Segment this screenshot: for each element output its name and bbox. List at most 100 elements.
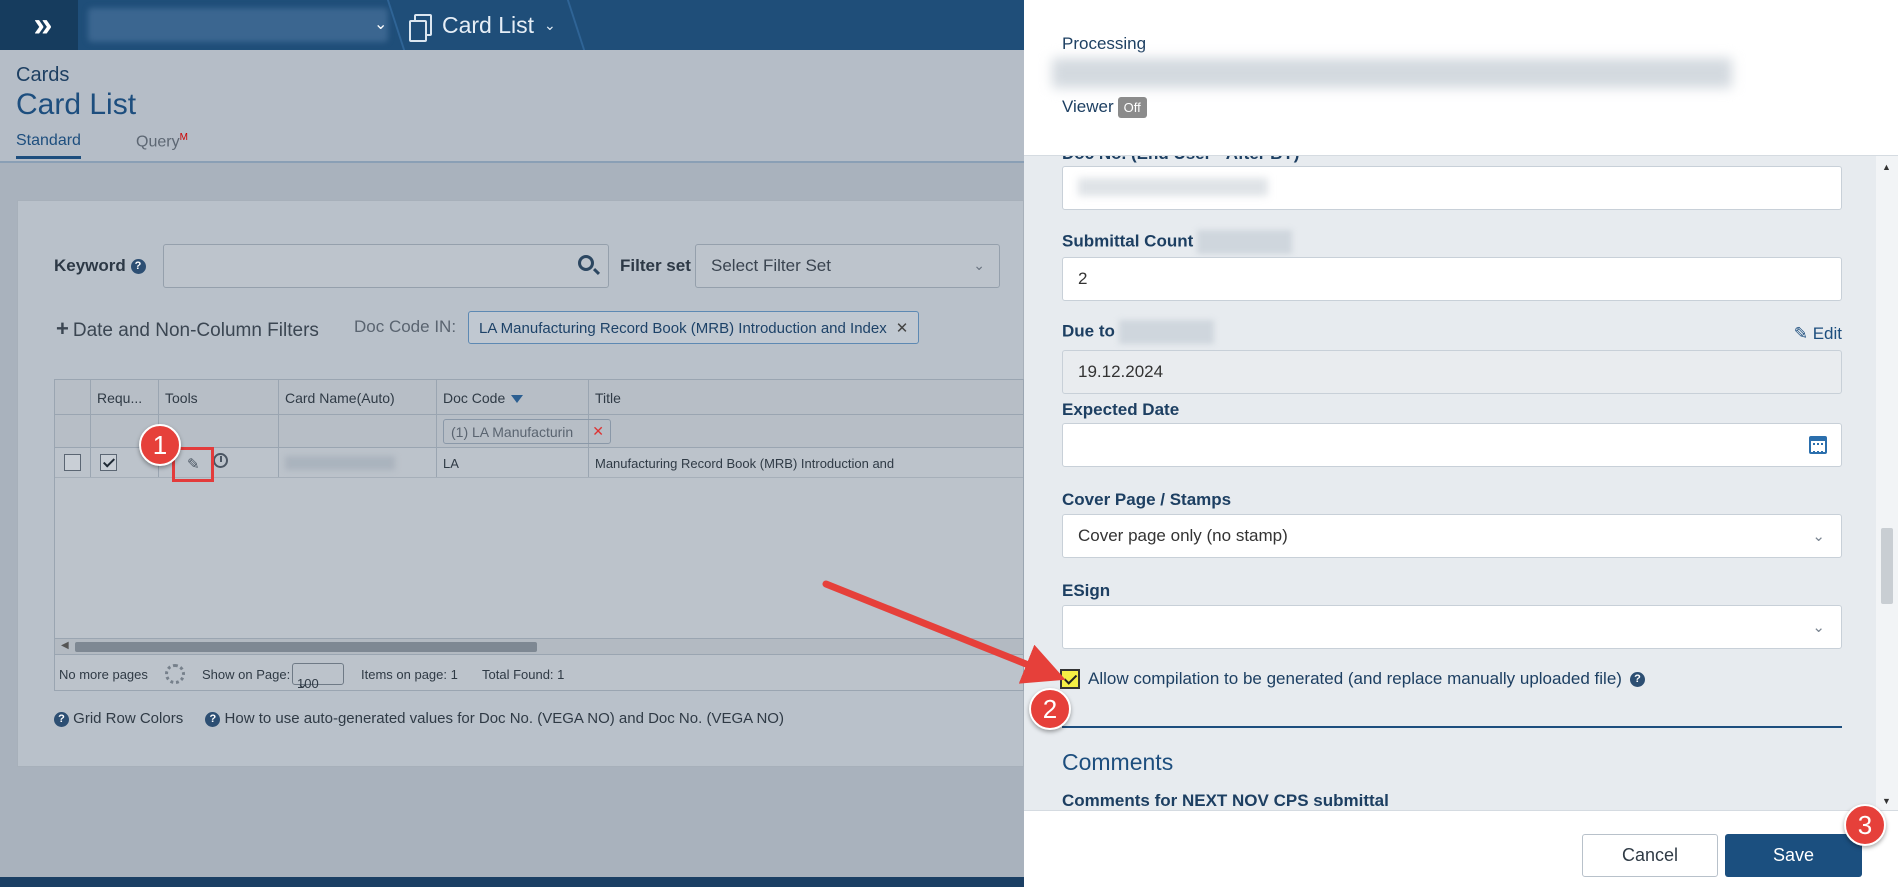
comments-field-label: Comments for NEXT NOV CPS submittal — [1062, 791, 1389, 810]
submittal-count-label: Submittal Count — [1062, 230, 1293, 254]
page-size-select[interactable]: 100 ⌄ — [292, 663, 344, 691]
submittal-count-input[interactable]: 2 — [1062, 257, 1842, 301]
redacted-card-name — [285, 456, 395, 470]
esign-select[interactable]: ⌄ — [1062, 605, 1842, 649]
select-all-column[interactable] — [55, 380, 91, 414]
submittal-count-label-text: Submittal Count — [1062, 231, 1194, 251]
annotation-badge-3: 3 — [1844, 804, 1886, 846]
filter-set-placeholder: Select Filter Set — [711, 256, 831, 275]
allow-compilation-label[interactable]: Allow compilation to be generated (and r… — [1088, 669, 1622, 689]
row-checkbox[interactable] — [64, 454, 81, 471]
viewer-off-badge[interactable]: Off — [1117, 97, 1147, 119]
doc-code-in-label: Doc Code IN: — [354, 317, 457, 336]
horizontal-scrollbar[interactable]: ◀ — [55, 638, 1023, 654]
remove-icon[interactable]: ✕ — [592, 423, 604, 440]
close-icon[interactable]: ✕ — [896, 320, 909, 337]
top-navigation-bar: » ⌄ Card List ⌄ — [0, 0, 1024, 50]
chevron-down-icon: ⌄ — [544, 16, 556, 33]
doc-code-column-filter-chip[interactable]: (1) LA Manufacturin ✕ — [443, 419, 611, 444]
scrollbar-thumb[interactable] — [75, 642, 537, 652]
column-filter-label: (1) LA Manufacturin — [451, 424, 574, 440]
doc-no-input[interactable] — [1062, 166, 1842, 210]
loading-gear-icon — [165, 664, 185, 684]
date-filters-label: Date and Non-Column Filters — [72, 320, 319, 341]
grid-pager: No more pages Show on Page: 100 ⌄ Items … — [55, 654, 1023, 691]
page-header: Cards Card List Standard QueryM — [0, 50, 1024, 163]
column-header-required[interactable]: Requ... — [91, 380, 159, 414]
plus-icon: + — [56, 316, 69, 341]
grid-row-colors-text: Grid Row Colors — [73, 710, 184, 727]
breadcrumb-separator — [566, 0, 586, 50]
column-header-title[interactable]: Title — [589, 380, 1025, 414]
pencil-icon: ✎ — [1793, 324, 1808, 343]
row-select-cell — [55, 448, 91, 477]
viewer-toggle[interactable]: Viewer Off — [1062, 97, 1147, 119]
help-icon[interactable]: ? — [130, 259, 146, 275]
filter-cell — [589, 415, 1025, 447]
row-title-cell: Manufacturing Record Book (MRB) Introduc… — [595, 456, 895, 471]
history-clock-icon[interactable] — [213, 453, 228, 468]
processing-label: Processing — [1062, 34, 1147, 53]
due-to-input: 19.12.2024 — [1062, 350, 1842, 394]
grid-filter-row: (1) LA Manufacturin ✕ — [55, 415, 1023, 448]
grid-row-colors-link[interactable]: ? Grid Row Colors — [54, 710, 183, 727]
breadcrumb-card-list[interactable]: Card List ⌄ — [409, 0, 556, 50]
section-divider — [1062, 726, 1842, 728]
edit-card-drawer: Processing ViewerOff Doc No. (End User -… — [1024, 0, 1898, 887]
keyword-search-input[interactable] — [163, 244, 609, 288]
scroll-up-icon[interactable]: ▲ — [1882, 162, 1891, 172]
items-on-page: Items on page: 1 — [361, 667, 458, 682]
how-to-link[interactable]: ? How to use auto-generated values for D… — [205, 710, 784, 727]
total-found: Total Found: 1 — [482, 667, 565, 682]
scrollbar-thumb[interactable] — [1881, 528, 1893, 604]
column-header-card-name[interactable]: Card Name(Auto) — [279, 380, 437, 414]
breadcrumb-project-redacted[interactable] — [88, 8, 388, 42]
required-checkbox[interactable] — [100, 454, 117, 471]
app-logo-icon[interactable]: » — [0, 0, 78, 50]
date-and-non-column-filters-toggle[interactable]: + Date and Non-Column Filters — [56, 316, 319, 342]
drawer-footer: Cancel Save — [1024, 810, 1898, 887]
tab-query[interactable]: QueryM — [136, 132, 188, 151]
edit-due-date-link[interactable]: ✎ Edit — [1794, 324, 1842, 344]
due-to-label: Due to — [1062, 320, 1214, 344]
row-doc-code-cell: LA — [437, 448, 589, 477]
scroll-left-icon[interactable]: ◀ — [61, 640, 69, 651]
drawer-scroll-area: Doc No. (End User - After BY) Submittal … — [1024, 156, 1898, 810]
doc-code-filter-chip[interactable]: LA Manufacturing Record Book (MRB) Intro… — [468, 311, 920, 344]
calendar-icon[interactable] — [1809, 436, 1827, 454]
tab-query-label: Query — [136, 133, 180, 151]
cancel-button[interactable]: Cancel — [1582, 834, 1718, 877]
filter-set-select[interactable]: Select Filter Set ⌄ — [695, 244, 1000, 288]
annotation-badge-2: 2 — [1029, 688, 1071, 730]
edit-link-text: Edit — [1812, 324, 1842, 343]
chevron-down-icon[interactable]: ⌄ — [374, 14, 387, 34]
grid-header-row: Requ... Tools Card Name(Auto) Doc Code T… — [55, 380, 1023, 415]
comments-section-title: Comments — [1062, 749, 1174, 775]
column-header-doc-code[interactable]: Doc Code — [437, 380, 589, 414]
allow-compilation-checkbox[interactable] — [1060, 669, 1080, 689]
column-header-tools[interactable]: Tools — [159, 380, 279, 414]
row-card-name-cell — [279, 448, 437, 477]
redacted-label-suffix — [1118, 320, 1214, 344]
filter-icon[interactable] — [511, 395, 524, 404]
scroll-down-icon[interactable]: ▼ — [1882, 796, 1891, 806]
keyword-label-text: Keyword — [54, 256, 126, 275]
annotation-badge-1: 1 — [139, 424, 181, 466]
filter-cell — [55, 415, 91, 447]
vertical-scrollbar[interactable]: ▲ ▼ — [1876, 156, 1898, 810]
how-to-text: How to use auto-generated values for Doc… — [224, 710, 784, 727]
search-icon[interactable] — [578, 255, 594, 271]
help-icon[interactable]: ? — [1629, 671, 1645, 687]
redacted-doc-no — [1078, 178, 1268, 196]
show-on-page-label: Show on Page: — [202, 667, 291, 682]
redacted-label-suffix — [1197, 230, 1293, 254]
allow-compilation-option: Allow compilation to be generated (and r… — [1060, 669, 1645, 689]
cover-page-select[interactable]: Cover page only (no stamp) ⌄ — [1062, 514, 1842, 558]
expected-date-input[interactable] — [1062, 423, 1842, 467]
documents-icon — [409, 14, 432, 42]
save-button[interactable]: Save — [1725, 834, 1862, 877]
tab-standard[interactable]: Standard — [16, 132, 81, 159]
tab-query-badge: M — [179, 132, 188, 143]
bottom-bar — [0, 877, 1024, 887]
chevron-down-icon: ⌄ — [1812, 528, 1825, 545]
